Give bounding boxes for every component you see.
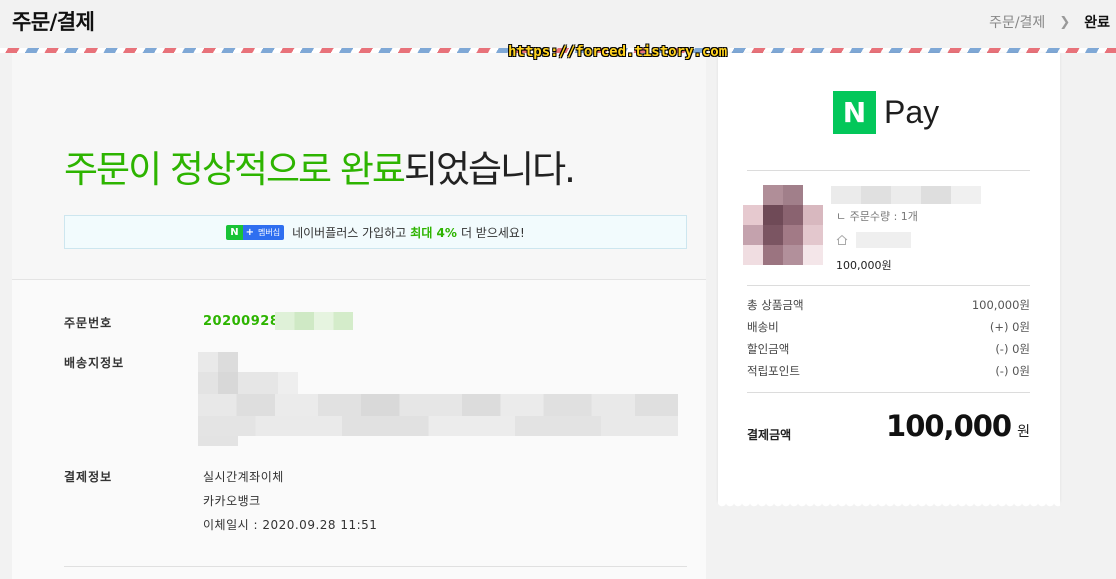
breadcrumb: 주문/결제 ❯ 완료 (989, 12, 1110, 32)
summary-row-discount: 할인금액 (-) 0원 (747, 341, 1030, 357)
receipt-torn-edge (718, 502, 1060, 510)
payment-datetime: 이체일시 : 2020.09.28 11:51 (203, 518, 378, 532)
total-label: 결제금액 (747, 428, 792, 442)
order-number-redacted (275, 312, 353, 330)
total-amount-unit: 원 (1017, 424, 1030, 440)
shipping-redacted-1 (198, 352, 238, 372)
completion-headline: 주문이 정상적으로 완료되었습니다. (64, 139, 576, 193)
breadcrumb-step-order: 주문/결제 (989, 15, 1046, 31)
promo-text-before: 네이버플러스 가입하고 (292, 225, 407, 240)
summary-label: 배송비 (747, 320, 779, 334)
completion-banner: 주문이 정상적으로 완료되었습니다. N + 멤버십 네이버플러스 가입하고 최… (12, 53, 706, 280)
receipt-divider-bottom (747, 392, 1030, 393)
summary-row-points: 적립포인트 (-) 0원 (747, 363, 1030, 379)
summary-value: (+) 0원 (989, 320, 1030, 334)
total-amount: 100,000 원 (886, 409, 1030, 443)
promo-text-after: 더 받으세요! (460, 225, 525, 240)
badge-plus: + (242, 224, 257, 240)
payment-info-label: 결제정보 (64, 470, 113, 484)
order-complete-panel: 주문이 정상적으로 완료되었습니다. N + 멤버십 네이버플러스 가입하고 최… (12, 53, 706, 579)
payment-bank: 카카오뱅크 (203, 494, 261, 508)
naver-plus-membership-badge: N + 멤버십 (226, 224, 285, 240)
shipping-info-label: 배송지정보 (64, 356, 125, 370)
watermark: https://forced.tistory.com (508, 44, 728, 60)
npay-logo: N Pay (833, 91, 939, 134)
summary-value: (-) 0원 (995, 364, 1030, 378)
pay-logo-text: Pay (884, 94, 940, 130)
naver-n-logo: N (833, 91, 876, 134)
summary-row-shipping: 배송비 (+) 0원 (747, 319, 1030, 335)
product-quantity: ㄴ 주문수량 : 1개 (836, 210, 918, 223)
headline-rest: 되었습니다. (403, 148, 576, 191)
naver-plus-promo-banner[interactable]: N + 멤버십 네이버플러스 가입하고 최대 4% 더 받으세요! (64, 215, 687, 249)
divider (64, 566, 687, 567)
product-thumbnail[interactable] (743, 185, 823, 265)
order-number-label: 주문번호 (64, 316, 113, 330)
promo-text-strong: 최대 4% (410, 225, 457, 240)
shipping-redacted-5 (198, 436, 238, 446)
summary-value: 100,000원 (971, 298, 1030, 312)
home-icon (836, 234, 848, 245)
summary-label: 적립포인트 (747, 364, 800, 378)
summary-label: 총 상품금액 (747, 298, 804, 312)
product-price: 100,000원 (836, 259, 892, 272)
page-title: 주문/결제 (12, 10, 95, 34)
summary-value: (-) 0원 (995, 342, 1030, 356)
total-amount-value: 100,000 (886, 409, 1012, 443)
order-number-value: 20200928 (203, 314, 280, 329)
product-name-redacted (831, 186, 981, 204)
summary-label: 할인금액 (747, 342, 790, 356)
store-name-redacted (856, 232, 911, 248)
top-bar: 주문/결제 주문/결제 ❯ 완료 (0, 0, 1116, 44)
npay-receipt: N Pay ㄴ 주문수량 : 1개 100,000원 총 상품금액 100,00… (718, 53, 1060, 502)
shipping-redacted-4 (198, 416, 678, 436)
headline-highlight: 주문이 정상적으로 완료 (64, 148, 406, 191)
shipping-redacted-2 (198, 372, 298, 394)
breadcrumb-step-complete: 완료 (1084, 15, 1110, 31)
badge-n: N (226, 224, 243, 240)
receipt-divider-mid (747, 285, 1030, 286)
chevron-right-icon: ❯ (1059, 14, 1071, 30)
receipt-divider-top (747, 170, 1030, 171)
badge-label: 멤버십 (256, 224, 285, 240)
shipping-redacted-3 (198, 394, 678, 416)
summary-row-subtotal: 총 상품금액 100,000원 (747, 297, 1030, 313)
payment-method: 실시간계좌이체 (203, 470, 284, 484)
